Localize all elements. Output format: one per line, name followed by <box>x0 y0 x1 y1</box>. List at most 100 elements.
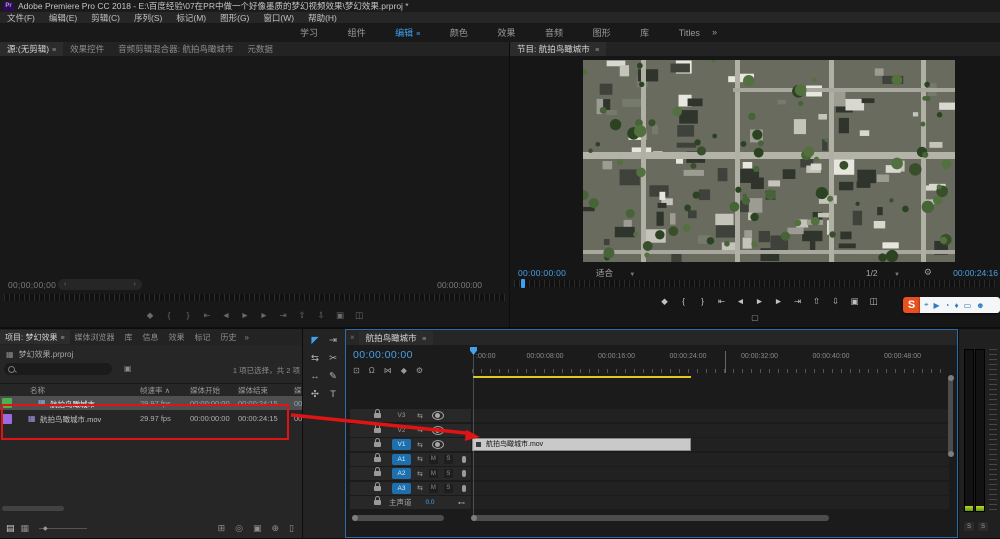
track-target-a3[interactable]: A3 <box>392 483 411 494</box>
new-item-button[interactable]: ⊕ <box>272 523 280 534</box>
tab-project-1[interactable]: 项目: 梦幻效果≡ <box>0 330 70 344</box>
workspace-tab-7[interactable]: 图形 <box>593 26 611 39</box>
track-visibility-eye-icon[interactable] <box>432 440 444 449</box>
lock-icon[interactable] <box>374 457 381 462</box>
sync-lock-icon[interactable]: ⇆ <box>417 441 423 449</box>
program-resolution-select[interactable]: 1/2 ▼ <box>866 268 900 278</box>
workspace-tab-4[interactable]: 颜色 <box>450 26 468 39</box>
workspace-tab-3[interactable]: 编辑≡ <box>395 26 420 39</box>
lock-icon[interactable] <box>374 442 381 447</box>
track-visibility-eye-icon[interactable] <box>432 426 444 435</box>
pin-icon[interactable]: ⌖ <box>924 300 929 310</box>
tab-source-4[interactable]: 元数据 <box>240 42 280 56</box>
source-timecode[interactable]: 00;00;00;00 <box>8 280 56 290</box>
workspace-tab-2[interactable]: 组件 <box>348 26 366 39</box>
sync-lock-icon[interactable]: ⇆ <box>417 412 423 420</box>
linked-selection-button[interactable]: ⋈ <box>384 366 392 375</box>
track-target-a1[interactable]: A1 <box>392 454 411 465</box>
workspace-overflow-button[interactable]: » <box>712 27 717 37</box>
lock-icon[interactable] <box>374 486 381 491</box>
track-target-v2[interactable]: V2 <box>392 425 411 436</box>
program-scrubber[interactable] <box>514 280 996 287</box>
play-button[interactable]: ► <box>755 296 765 307</box>
bin-navigation-icon[interactable]: ▣ <box>124 364 132 373</box>
tab-project-2[interactable]: 媒体浏览器 <box>70 330 120 344</box>
panel-menu-icon[interactable]: ≡ <box>422 336 426 343</box>
menu-item[interactable]: 标记(M) <box>169 12 213 24</box>
column-header-3[interactable]: 媒体开始 <box>190 385 220 396</box>
menu-item[interactable]: 序列(S) <box>127 12 169 24</box>
source-scrubber[interactable] <box>4 294 505 301</box>
new-bin-button[interactable]: ▣ <box>253 523 262 534</box>
add-marker-button[interactable]: ◆ <box>145 310 155 321</box>
lock-icon[interactable] <box>374 471 381 476</box>
sync-lock-icon[interactable]: ⇆ <box>417 455 423 463</box>
pen-tool[interactable]: ✎ <box>329 371 337 382</box>
timeline-ruler[interactable]: :00:0000:00:08:0000:00:16:0000:00:24:000… <box>472 347 945 375</box>
comparison-view-button[interactable]: ◫ <box>869 296 879 307</box>
go-to-out-button[interactable]: ⇥ <box>793 296 803 307</box>
step-forward-button[interactable]: ► <box>774 296 784 307</box>
solo-right-button[interactable]: S <box>978 522 988 531</box>
tab-source-3[interactable]: 音频剪辑混合器: 航拍鸟瞰城市 <box>111 42 240 56</box>
solo-left-button[interactable]: S <box>964 522 974 531</box>
timeline-settings-button[interactable]: ⚙ <box>416 366 423 375</box>
list-view-button[interactable]: ▤ <box>6 523 15 534</box>
step-forward-button[interactable]: ► <box>259 310 269 321</box>
project-horizontal-scrollbar[interactable] <box>2 506 64 511</box>
lift-button[interactable]: ⇧ <box>297 310 307 321</box>
menu-item[interactable]: 剪辑(C) <box>84 12 127 24</box>
workspace-menu-icon[interactable]: ≡ <box>416 31 420 38</box>
workspace-tab-1[interactable]: 学习 <box>300 26 318 39</box>
timeline-horizontal-scrollbar[interactable] <box>471 515 829 521</box>
mark-in-button[interactable]: { <box>164 310 174 321</box>
menu-item[interactable]: 窗口(W) <box>256 12 301 24</box>
tab-sequence[interactable]: 航拍鸟瞰城市 ≡ <box>359 331 433 345</box>
label-color-chip[interactable] <box>2 398 12 408</box>
track-target-v3[interactable]: V3 <box>392 410 411 421</box>
tab-program[interactable]: 节目: 航拍鸟瞰城市 ≡ <box>510 42 606 56</box>
capture-logo[interactable]: S <box>903 297 920 313</box>
selection-tool[interactable]: ◤ <box>311 335 318 346</box>
user-icon[interactable]: ☻ <box>976 301 984 310</box>
voiceover-mic-icon[interactable] <box>462 456 466 463</box>
program-settings-button[interactable]: ▢ <box>510 313 1000 322</box>
mark-out-button[interactable]: } <box>183 310 193 321</box>
type-tool[interactable]: T <box>330 389 336 400</box>
mute-button[interactable]: M <box>429 469 438 478</box>
cursor-icon[interactable]: ▶ <box>934 301 940 310</box>
play-button[interactable]: ► <box>240 310 250 321</box>
razor-tool[interactable]: ✂ <box>329 353 337 364</box>
mark-out-button[interactable]: } <box>698 296 708 307</box>
tab-overflow-button[interactable]: » <box>242 333 252 342</box>
column-header-1[interactable]: 名称 <box>30 385 45 396</box>
workspace-tab-8[interactable]: 库 <box>640 26 649 39</box>
extract-button[interactable]: ⇩ <box>831 296 841 307</box>
screen-icon[interactable]: ▭ <box>964 301 972 310</box>
track-target-v1[interactable]: V1 <box>392 439 411 450</box>
comparison-view-button[interactable]: ◫ <box>354 310 364 321</box>
export-frame-button[interactable]: ▣ <box>850 296 860 307</box>
go-to-in-button[interactable]: ⇤ <box>717 296 727 307</box>
workspace-tab-6[interactable]: 音频 <box>545 26 563 39</box>
source-zoom-select[interactable]: ‹› <box>58 279 142 290</box>
panel-menu-icon[interactable]: ≡ <box>595 47 599 54</box>
clear-button[interactable]: ▯ <box>289 523 294 534</box>
tab-source-1[interactable]: 源:(无剪辑)≡ <box>0 42 63 56</box>
voiceover-mic-icon[interactable] <box>462 470 466 477</box>
go-to-in-button[interactable]: ⇤ <box>202 310 212 321</box>
mute-button[interactable]: M <box>429 484 438 493</box>
zoom-slider[interactable]: ◆ <box>39 528 87 529</box>
workspace-tab-9[interactable]: Titles <box>679 28 700 38</box>
zoom-slider-thumb[interactable]: ◆ <box>43 525 48 532</box>
menu-item[interactable]: 图形(G) <box>213 12 256 24</box>
solo-button[interactable]: S <box>444 455 453 464</box>
track-visibility-eye-icon[interactable] <box>432 411 444 420</box>
track-target-a2[interactable]: A2 <box>392 468 411 479</box>
menu-item[interactable]: 帮助(H) <box>301 12 344 24</box>
tab-project-7[interactable]: 历史 <box>216 330 242 344</box>
lock-icon[interactable] <box>374 428 381 433</box>
program-playhead-marker[interactable] <box>521 279 525 288</box>
ripple-edit-tool[interactable]: ⇆ <box>311 353 319 364</box>
project-row-2[interactable]: ▦航拍鸟瞰城市.mov29.97 fps00:00:00:0000:00:24:… <box>0 412 302 426</box>
